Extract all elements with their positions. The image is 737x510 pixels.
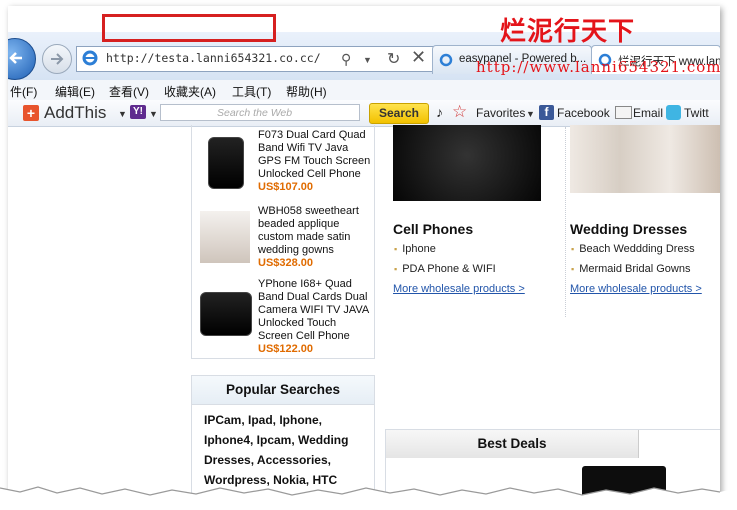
email-button[interactable]: Email — [633, 106, 663, 120]
menu-edit[interactable]: 编辑(E) — [55, 83, 95, 100]
search-tags-line[interactable]: Dresses, Accessories, — [204, 450, 364, 470]
address-url[interactable]: http://testa.lanni654321.co.cc/ — [106, 51, 321, 65]
menu-favorites[interactable]: 收藏夹(A) — [164, 83, 216, 100]
product-image[interactable] — [208, 137, 244, 189]
watermark-url: http://www.lanni654321.com — [476, 58, 720, 76]
section-title: Best Deals — [386, 430, 639, 458]
category-link[interactable]: Beach Weddding Dress — [571, 243, 694, 255]
category-image-wedding-dresses[interactable] — [570, 125, 720, 193]
product-image[interactable] — [200, 211, 250, 263]
back-arrow-icon — [9, 52, 22, 64]
stop-icon[interactable]: ✕ — [411, 47, 426, 68]
more-products-link[interactable]: More wholesale products > — [393, 283, 525, 295]
category-image-cell-phones[interactable] — [393, 125, 541, 201]
product-price: US$107.00 — [258, 181, 314, 193]
category-title[interactable]: Wedding Dresses — [570, 221, 687, 237]
torn-edge — [0, 486, 737, 510]
product-name[interactable]: WBH058 sweetheart beaded applique custom… — [258, 205, 372, 257]
browser-window: ⚲ ▼ ↻ ✕ http://testa.lanni654321.co.cc/ … — [8, 6, 720, 496]
menu-help[interactable]: 帮助(H) — [286, 83, 327, 100]
yahoo-icon[interactable]: Y! — [130, 105, 146, 119]
product-list: F073 Dual Card Quad Band Wifi TV Java GP… — [191, 125, 375, 359]
email-icon[interactable] — [615, 106, 632, 119]
chevron-down-icon[interactable]: ▼ — [118, 109, 127, 119]
page-content: F073 Dual Card Quad Band Wifi TV Java GP… — [8, 125, 720, 496]
search-icon[interactable]: ⚲ — [341, 51, 351, 68]
divider — [565, 127, 566, 317]
forward-button[interactable] — [42, 44, 72, 74]
product-image[interactable] — [200, 292, 252, 336]
ie-icon — [439, 53, 453, 67]
watermark-title: 烂泥行天下 — [500, 17, 636, 47]
toolbar: + AddThis ▼ Y! ▼ Search the Web Search ♪… — [8, 100, 720, 127]
menu-tools[interactable]: 工具(T) — [232, 83, 271, 100]
product-price: US$122.00 — [258, 343, 314, 355]
search-tags-line[interactable]: IPCam, Ipad, Iphone, — [204, 410, 364, 430]
chevron-down-icon[interactable]: ▼ — [149, 109, 158, 119]
dropdown-arrow-icon[interactable]: ▼ — [363, 55, 372, 65]
addthis-icon[interactable]: + — [23, 105, 39, 121]
menu-file[interactable]: 件(F) — [10, 83, 37, 100]
twitter-icon[interactable] — [666, 105, 681, 120]
product-name[interactable]: F073 Dual Card Quad Band Wifi TV Java GP… — [258, 129, 372, 181]
menu-view[interactable]: 查看(V) — [109, 83, 149, 100]
chevron-down-icon[interactable]: ▼ — [526, 109, 535, 119]
forward-arrow-icon — [51, 53, 64, 65]
refresh-icon[interactable]: ↻ — [387, 49, 400, 69]
category-title[interactable]: Cell Phones — [393, 221, 473, 237]
category-link[interactable]: Mermaid Bridal Gowns — [571, 263, 690, 275]
addthis-button[interactable]: AddThis — [44, 103, 106, 123]
more-products-link[interactable]: More wholesale products > — [570, 283, 702, 295]
product-price: US$328.00 — [258, 257, 314, 269]
section-title: Popular Searches — [192, 376, 374, 405]
product-name[interactable]: YPhone I68+ Quad Band Dual Cards Dual Ca… — [258, 278, 372, 343]
star-icon[interactable]: ☆ — [452, 102, 467, 122]
ie-icon — [82, 50, 98, 66]
facebook-button[interactable]: Facebook — [557, 106, 610, 120]
facebook-icon[interactable]: f — [539, 105, 554, 120]
favorites-button[interactable]: Favorites — [476, 106, 525, 120]
speaker-icon[interactable]: ♪ — [436, 104, 443, 120]
category-link[interactable]: Iphone — [394, 243, 436, 255]
search-button[interactable]: Search — [369, 103, 429, 124]
twitter-button[interactable]: Twitt — [684, 106, 709, 120]
category-link[interactable]: PDA Phone & WIFI — [394, 263, 496, 275]
menu-bar: 件(F) 编辑(E) 查看(V) 收藏夹(A) 工具(T) 帮助(H) — [8, 80, 720, 101]
search-tags-line[interactable]: Iphone4, Ipcam, Wedding — [204, 430, 364, 450]
back-button[interactable] — [8, 38, 36, 80]
search-web-input[interactable]: Search the Web — [160, 104, 360, 121]
url-highlight-box — [102, 14, 276, 42]
